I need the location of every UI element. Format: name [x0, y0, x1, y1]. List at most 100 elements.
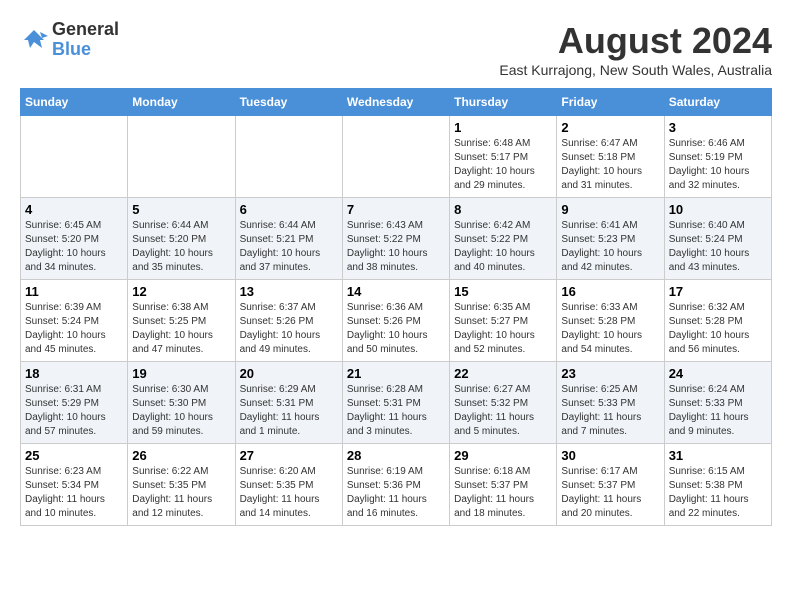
day-info: Sunrise: 6:32 AMSunset: 5:28 PMDaylight:… [669, 301, 767, 357]
calendar-cell-w2-d1: 4 Sunrise: 6:45 AMSunset: 5:20 PMDaylight… [21, 198, 128, 280]
day-number: 1 [454, 120, 552, 135]
logo-text: GeneralBlue [52, 20, 119, 60]
day-info: Sunrise: 6:44 AMSunset: 5:20 PMDaylight:… [132, 219, 230, 275]
calendar-cell-w3-d7: 17 Sunrise: 6:32 AMSunset: 5:28 PMDayligh… [664, 280, 771, 362]
day-number: 24 [669, 366, 767, 381]
header-tuesday: Tuesday [235, 89, 342, 116]
header-thursday: Thursday [450, 89, 557, 116]
logo: GeneralBlue [20, 20, 119, 60]
calendar-cell-w3-d5: 15Sunrise: 6:35 AMSunset: 5:27 PMDayligh… [450, 280, 557, 362]
day-info: Sunrise: 6:18 AMSunset: 5:37 PMDaylight:… [454, 465, 552, 521]
calendar-cell-w5-d3: 27 Sunrise: 6:20 AMSunset: 5:35 PMDayligh… [235, 444, 342, 526]
day-number: 17 [669, 284, 767, 299]
location-subtitle: East Kurrajong, New South Wales, Austral… [499, 62, 772, 78]
calendar-cell-w1-d1 [21, 116, 128, 198]
week-row-1: 1 Sunrise: 6:48 AMSunset: 5:17 PMDaylight… [21, 116, 772, 198]
calendar-cell-w4-d7: 24 Sunrise: 6:24 AMSunset: 5:33 PMDayligh… [664, 362, 771, 444]
day-info: Sunrise: 6:30 AMSunset: 5:30 PMDaylight:… [132, 383, 230, 439]
day-number: 5 [132, 202, 230, 217]
day-info: Sunrise: 6:37 AMSunset: 5:26 PMDaylight:… [240, 301, 338, 357]
calendar-cell-w5-d1: 25 Sunrise: 6:23 AMSunset: 5:34 PMDayligh… [21, 444, 128, 526]
day-number: 6 [240, 202, 338, 217]
day-number: 2 [561, 120, 659, 135]
day-number: 13 [240, 284, 338, 299]
day-info: Sunrise: 6:48 AMSunset: 5:17 PMDaylight:… [454, 137, 552, 193]
calendar-cell-w4-d4: 21 Sunrise: 6:28 AMSunset: 5:31 PMDayligh… [342, 362, 449, 444]
calendar-cell-w3-d3: 13 Sunrise: 6:37 AMSunset: 5:26 PMDayligh… [235, 280, 342, 362]
week-row-4: 18 Sunrise: 6:31 AMSunset: 5:29 PMDayligh… [21, 362, 772, 444]
day-info: Sunrise: 6:22 AMSunset: 5:35 PMDaylight:… [132, 465, 230, 521]
day-info: Sunrise: 6:15 AMSunset: 5:38 PMDaylight:… [669, 465, 767, 521]
day-number: 25 [25, 448, 123, 463]
logo-icon [20, 26, 48, 54]
header-saturday: Saturday [664, 89, 771, 116]
calendar-cell-w2-d5: 8 Sunrise: 6:42 AMSunset: 5:22 PMDaylight… [450, 198, 557, 280]
calendar-cell-w5-d2: 26 Sunrise: 6:22 AMSunset: 5:35 PMDayligh… [128, 444, 235, 526]
day-info: Sunrise: 6:19 AMSunset: 5:36 PMDaylight:… [347, 465, 445, 521]
day-info: Sunrise: 6:33 AMSunset: 5:28 PMDaylight:… [561, 301, 659, 357]
calendar-cell-w3-d1: 11 Sunrise: 6:39 AMSunset: 5:24 PMDayligh… [21, 280, 128, 362]
calendar-cell-w3-d6: 16 Sunrise: 6:33 AMSunset: 5:28 PMDayligh… [557, 280, 664, 362]
calendar-cell-w5-d6: 30 Sunrise: 6:17 AMSunset: 5:37 PMDayligh… [557, 444, 664, 526]
day-number: 18 [25, 366, 123, 381]
day-number: 8 [454, 202, 552, 217]
day-info: Sunrise: 6:45 AMSunset: 5:20 PMDaylight:… [25, 219, 123, 275]
day-info: Sunrise: 6:29 AMSunset: 5:31 PMDaylight:… [240, 383, 338, 439]
calendar-cell-w1-d4 [342, 116, 449, 198]
day-number: 22 [454, 366, 552, 381]
day-info: Sunrise: 6:28 AMSunset: 5:31 PMDaylight:… [347, 383, 445, 439]
day-number: 4 [25, 202, 123, 217]
header-sunday: Sunday [21, 89, 128, 116]
calendar-cell-w2-d6: 9 Sunrise: 6:41 AMSunset: 5:23 PMDaylight… [557, 198, 664, 280]
calendar-header-row: SundayMondayTuesdayWednesdayThursdayFrid… [21, 89, 772, 116]
day-number: 9 [561, 202, 659, 217]
day-number: 26 [132, 448, 230, 463]
day-info: Sunrise: 6:43 AMSunset: 5:22 PMDaylight:… [347, 219, 445, 275]
calendar-cell-w3-d4: 14 Sunrise: 6:36 AMSunset: 5:26 PMDayligh… [342, 280, 449, 362]
header-monday: Monday [128, 89, 235, 116]
day-number: 12 [132, 284, 230, 299]
day-number: 27 [240, 448, 338, 463]
day-number: 30 [561, 448, 659, 463]
day-info: Sunrise: 6:39 AMSunset: 5:24 PMDaylight:… [25, 301, 123, 357]
calendar-cell-w5-d4: 28 Sunrise: 6:19 AMSunset: 5:36 PMDayligh… [342, 444, 449, 526]
day-number: 16 [561, 284, 659, 299]
day-info: Sunrise: 6:41 AMSunset: 5:23 PMDaylight:… [561, 219, 659, 275]
calendar-cell-w4-d3: 20 Sunrise: 6:29 AMSunset: 5:31 PMDayligh… [235, 362, 342, 444]
calendar-cell-w1-d5: 1 Sunrise: 6:48 AMSunset: 5:17 PMDaylight… [450, 116, 557, 198]
day-number: 28 [347, 448, 445, 463]
calendar-cell-w4-d1: 18 Sunrise: 6:31 AMSunset: 5:29 PMDayligh… [21, 362, 128, 444]
day-number: 10 [669, 202, 767, 217]
calendar-cell-w5-d5: 29Sunrise: 6:18 AMSunset: 5:37 PMDayligh… [450, 444, 557, 526]
day-number: 15 [454, 284, 552, 299]
day-info: Sunrise: 6:47 AMSunset: 5:18 PMDaylight:… [561, 137, 659, 193]
calendar-cell-w2-d7: 10 Sunrise: 6:40 AMSunset: 5:24 PMDayligh… [664, 198, 771, 280]
day-number: 20 [240, 366, 338, 381]
day-number: 7 [347, 202, 445, 217]
page-header: GeneralBlue August 2024 East Kurrajong, … [20, 20, 772, 78]
day-info: Sunrise: 6:40 AMSunset: 5:24 PMDaylight:… [669, 219, 767, 275]
day-info: Sunrise: 6:36 AMSunset: 5:26 PMDaylight:… [347, 301, 445, 357]
header-wednesday: Wednesday [342, 89, 449, 116]
week-row-3: 11 Sunrise: 6:39 AMSunset: 5:24 PMDayligh… [21, 280, 772, 362]
day-info: Sunrise: 6:23 AMSunset: 5:34 PMDaylight:… [25, 465, 123, 521]
calendar-cell-w3-d2: 12Sunrise: 6:38 AMSunset: 5:25 PMDayligh… [128, 280, 235, 362]
day-info: Sunrise: 6:25 AMSunset: 5:33 PMDaylight:… [561, 383, 659, 439]
day-info: Sunrise: 6:42 AMSunset: 5:22 PMDaylight:… [454, 219, 552, 275]
calendar-cell-w4-d5: 22Sunrise: 6:27 AMSunset: 5:32 PMDayligh… [450, 362, 557, 444]
day-info: Sunrise: 6:17 AMSunset: 5:37 PMDaylight:… [561, 465, 659, 521]
day-info: Sunrise: 6:24 AMSunset: 5:33 PMDaylight:… [669, 383, 767, 439]
day-info: Sunrise: 6:31 AMSunset: 5:29 PMDaylight:… [25, 383, 123, 439]
day-number: 14 [347, 284, 445, 299]
day-number: 23 [561, 366, 659, 381]
calendar-cell-w5-d7: 31Sunrise: 6:15 AMSunset: 5:38 PMDayligh… [664, 444, 771, 526]
day-info: Sunrise: 6:20 AMSunset: 5:35 PMDaylight:… [240, 465, 338, 521]
week-row-2: 4 Sunrise: 6:45 AMSunset: 5:20 PMDaylight… [21, 198, 772, 280]
day-info: Sunrise: 6:46 AMSunset: 5:19 PMDaylight:… [669, 137, 767, 193]
calendar-cell-w2-d3: 6 Sunrise: 6:44 AMSunset: 5:21 PMDaylight… [235, 198, 342, 280]
day-info: Sunrise: 6:44 AMSunset: 5:21 PMDaylight:… [240, 219, 338, 275]
day-number: 21 [347, 366, 445, 381]
day-number: 11 [25, 284, 123, 299]
header-friday: Friday [557, 89, 664, 116]
month-title: August 2024 [499, 20, 772, 62]
